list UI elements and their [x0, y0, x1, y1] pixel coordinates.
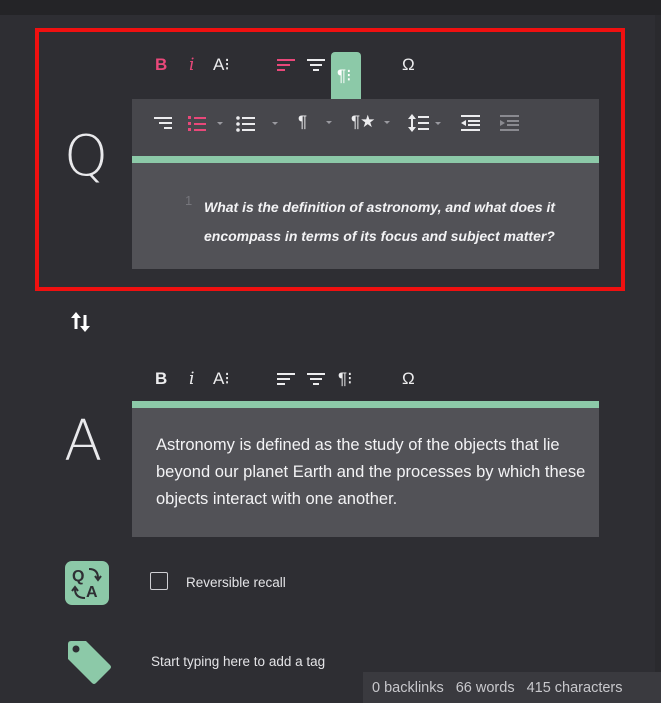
word-count: 66 words: [455, 679, 515, 696]
swap-button[interactable]: [71, 311, 91, 333]
answer-accent-line: [132, 401, 599, 408]
answer-letter: A: [64, 409, 103, 474]
tag-icon: [66, 640, 112, 686]
tag-input[interactable]: Start typing here to add a tag: [151, 654, 325, 669]
qa-badge-icon: Q A: [71, 568, 102, 601]
align-center-icon: [307, 373, 325, 385]
answer-text[interactable]: Astronomy is defined as the study of the…: [156, 432, 586, 513]
reversible-label: Reversible recall: [186, 575, 286, 590]
svg-text:Q: Q: [72, 568, 84, 585]
align-center-button[interactable]: [307, 372, 325, 386]
bold-button[interactable]: B: [155, 369, 167, 389]
character-count: 415 characters: [526, 679, 623, 696]
selection-highlight: [35, 28, 625, 291]
paragraph-button[interactable]: ¶⁝: [338, 369, 353, 389]
swap-vertical-icon: [71, 312, 90, 332]
reversible-checkbox[interactable]: [150, 572, 168, 590]
special-char-button[interactable]: Ω: [402, 369, 415, 389]
qa-badge: Q A: [65, 561, 109, 605]
font-size-button[interactable]: A⁝: [213, 369, 230, 389]
align-left-icon: [277, 373, 295, 385]
status-bar: 0 backlinks 66 words 415 characters: [363, 672, 661, 703]
svg-text:A: A: [86, 584, 98, 601]
align-left-button[interactable]: [277, 372, 295, 386]
top-bar: [0, 0, 661, 15]
italic-button[interactable]: i: [189, 369, 194, 389]
scrollbar[interactable]: [655, 15, 661, 703]
backlinks-count[interactable]: 0 backlinks: [372, 680, 444, 696]
